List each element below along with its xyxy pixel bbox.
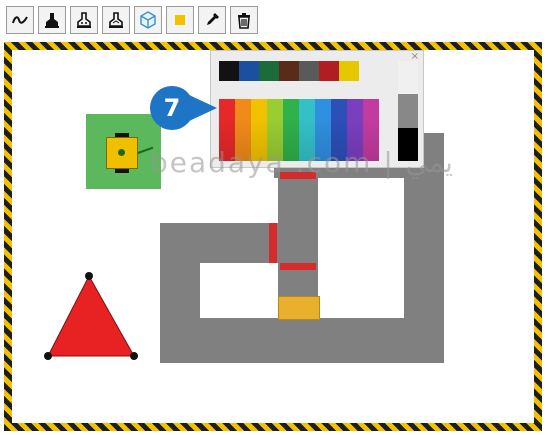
red-marker-side	[269, 223, 277, 263]
color-swatch[interactable]	[398, 61, 418, 95]
color-swatch[interactable]	[239, 61, 259, 81]
watermark-text: beadaya .com | يمي	[150, 146, 453, 179]
robot[interactable]	[106, 133, 154, 173]
eyedropper-icon	[207, 13, 219, 25]
color-square-icon	[175, 15, 185, 25]
color-swatch[interactable]	[319, 61, 339, 81]
cube-button[interactable]	[134, 6, 162, 34]
color-swatch[interactable]	[259, 61, 279, 81]
color-swatch[interactable]	[219, 61, 239, 81]
line-draw-button[interactable]	[6, 6, 34, 34]
trash-icon	[238, 13, 250, 29]
stamp-button[interactable]	[38, 6, 66, 34]
color-button[interactable]	[166, 6, 194, 34]
triangle-shape[interactable]	[44, 272, 144, 362]
color-swatch[interactable]	[339, 61, 359, 81]
yellow-block[interactable]	[278, 296, 320, 320]
red-marker-middle	[280, 263, 316, 270]
robot-sensor	[118, 149, 125, 156]
step-badge: 7	[150, 86, 194, 130]
robot-wheel-top	[115, 133, 129, 137]
stamp-icon	[45, 13, 59, 28]
stamp-outline-button[interactable]	[102, 6, 130, 34]
stamp-dots-button[interactable]	[70, 6, 98, 34]
line-draw-icon	[12, 16, 28, 24]
track-bottom	[160, 318, 444, 363]
cube-icon	[140, 11, 156, 29]
color-swatch[interactable]	[299, 61, 319, 81]
toolbar	[6, 6, 258, 36]
palette-top-row	[219, 61, 359, 81]
robot-wheel-bottom	[115, 169, 129, 173]
trash-button[interactable]	[230, 6, 258, 34]
color-swatch[interactable]	[398, 94, 418, 128]
stamp-dots-icon	[77, 12, 91, 28]
stamp-outline-icon	[109, 12, 123, 28]
eyedropper-button[interactable]	[198, 6, 226, 34]
color-swatch[interactable]	[279, 61, 299, 81]
